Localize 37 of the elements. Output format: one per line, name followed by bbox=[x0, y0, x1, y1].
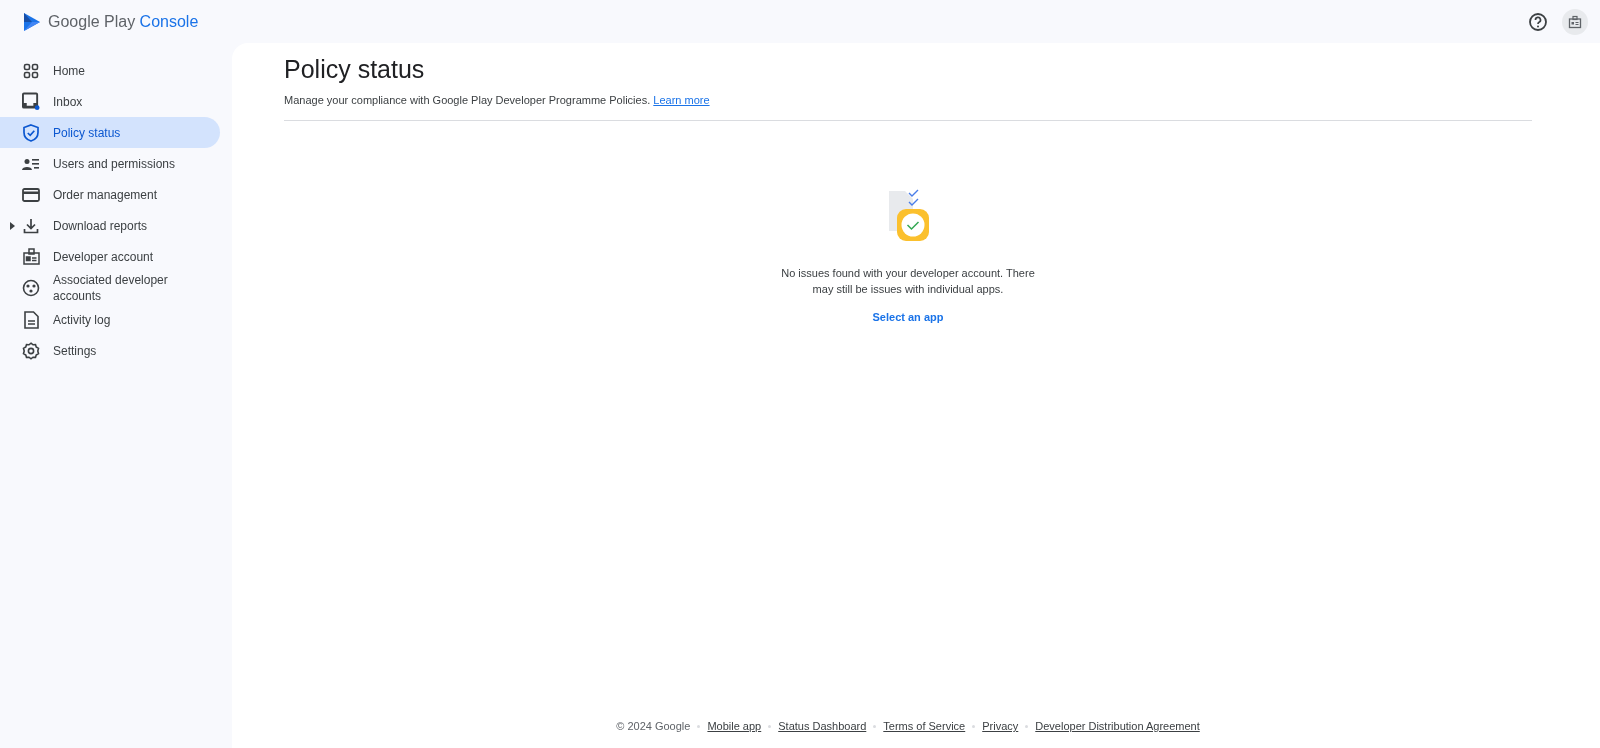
footer-link[interactable]: Status Dashboard bbox=[778, 720, 867, 732]
caret-icon[interactable] bbox=[9, 222, 15, 230]
download-icon bbox=[23, 217, 39, 234]
document-icon bbox=[23, 310, 39, 329]
footer-link[interactable]: Developer Distribution Agreement bbox=[1035, 720, 1200, 732]
grid-icon bbox=[23, 62, 39, 79]
help-icon[interactable] bbox=[1528, 11, 1548, 32]
sidebar-item[interactable]: Policy status bbox=[0, 117, 220, 148]
inbox-icon bbox=[22, 92, 40, 111]
sidebar-item[interactable]: Associated developer accounts bbox=[0, 272, 220, 304]
id-badge-icon bbox=[1568, 14, 1582, 29]
page-title: Policy status bbox=[284, 55, 426, 84]
copyright-text: © 2024 Google bbox=[616, 720, 691, 732]
sidebar-item[interactable]: Settings bbox=[0, 335, 220, 366]
circle-dots-icon bbox=[22, 279, 40, 297]
sidebar-item[interactable]: Inbox bbox=[0, 86, 220, 117]
page-description: Manage your compliance with Google Play Developer Programme Policies. Learn more bbox=[284, 94, 711, 106]
app-logo-text: Google Play Console bbox=[48, 12, 199, 31]
developer-account-button[interactable] bbox=[1562, 8, 1588, 35]
footer-link[interactable]: Terms of Service bbox=[883, 720, 966, 732]
sidebar-item[interactable]: Developer account bbox=[0, 241, 220, 272]
users-list-icon bbox=[22, 156, 40, 171]
id-badge-icon bbox=[22, 248, 40, 265]
sidebar-item[interactable]: Activity log bbox=[0, 304, 220, 335]
footer-link[interactable]: Mobile app bbox=[707, 720, 762, 732]
settings-icon bbox=[22, 341, 40, 360]
sidebar-item[interactable]: Home bbox=[0, 55, 220, 86]
shield-check-icon bbox=[23, 123, 39, 142]
empty-state-message: No issues found with your developer account. There may still be issues with individual apps. bbox=[780, 266, 1036, 297]
learn-more-link[interactable]: Learn more bbox=[653, 94, 710, 106]
sidebar-item[interactable]: Download reports bbox=[0, 210, 220, 241]
sidebar-item[interactable]: Users and permissions bbox=[0, 148, 220, 179]
sidebar-item[interactable]: Order management bbox=[0, 179, 220, 210]
footer-link[interactable]: Privacy bbox=[982, 720, 1019, 732]
credit-card-icon bbox=[22, 187, 40, 202]
select-app-link[interactable]: Select an app bbox=[872, 311, 944, 323]
play-logo-icon bbox=[22, 11, 42, 32]
